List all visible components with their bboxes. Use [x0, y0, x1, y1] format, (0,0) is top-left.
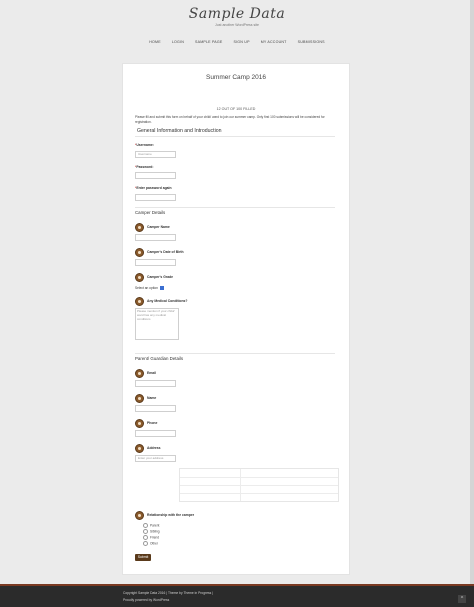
footer-powered-by: Proudly powered by WordPress	[123, 598, 170, 602]
medical-label: Any Medical Conditions?	[147, 299, 188, 303]
camper-grade-label: Camper's Grade	[147, 275, 174, 279]
grid-line	[240, 469, 241, 501]
relationship-label: Relationship with the camper	[147, 513, 195, 517]
submit-button[interactable]: Submit	[135, 554, 151, 561]
chevron-down-icon[interactable]	[159, 286, 164, 291]
phone-icon	[135, 419, 144, 428]
phone-input[interactable]	[135, 430, 176, 437]
email-input[interactable]	[135, 380, 176, 387]
site-tagline: Just another WordPress site	[215, 23, 259, 27]
site-footer	[0, 584, 474, 607]
radio-circle-icon[interactable]	[143, 523, 148, 528]
camper-name-input[interactable]	[135, 234, 176, 241]
nav-item-login[interactable]: LOGIN	[172, 40, 184, 44]
address-label: Address	[147, 446, 161, 450]
grade-select[interactable]: Select an option	[135, 286, 164, 291]
radio-sibling[interactable]: Sibling	[143, 529, 160, 534]
name-label: Name	[147, 396, 157, 400]
site-logo[interactable]: Sample Data	[0, 6, 474, 22]
grid-line	[180, 493, 338, 494]
address-input[interactable]: Enter your address	[135, 455, 176, 462]
camper-name-label: Camper Name	[147, 225, 170, 229]
name-icon	[135, 394, 144, 403]
section-heading-parent: Parent/ Guardian Details	[135, 356, 184, 361]
divider	[135, 136, 335, 137]
email-icon	[135, 369, 144, 378]
nav-item-home[interactable]: HOME	[149, 40, 161, 44]
relationship-icon	[135, 511, 144, 520]
address-grid	[179, 468, 339, 502]
nav-item-my-account[interactable]: MY ACCOUNT	[261, 40, 287, 44]
camper-dob-input[interactable]	[135, 259, 176, 266]
email-label: Email	[147, 371, 157, 375]
username-input[interactable]: Username	[135, 151, 176, 158]
divider	[135, 353, 335, 354]
camper-dob-icon	[135, 248, 144, 257]
grid-line	[180, 477, 338, 478]
camper-grade-icon	[135, 273, 144, 282]
address-icon	[135, 444, 144, 453]
radio-friend[interactable]: Friend	[143, 535, 159, 540]
medical-icon	[135, 297, 144, 306]
footer-accent-strip	[0, 584, 474, 586]
radio-other[interactable]: Other	[143, 541, 158, 546]
nav-item-submissions[interactable]: SUBMISSIONS	[298, 40, 325, 44]
password-again-input[interactable]	[135, 194, 176, 201]
page-scrollbar[interactable]	[470, 0, 474, 584]
form-intro: Please fill and submit this form on beha…	[135, 115, 325, 124]
footer-copyright: Copyright Sample Data 2016 | Theme by Th…	[123, 591, 214, 595]
username-label: *Username:	[135, 143, 154, 147]
camper-dob-label: Camper's Date of Birth	[147, 250, 184, 254]
section-heading-camper: Camper Details	[135, 210, 166, 215]
camper-name-icon	[135, 223, 144, 232]
phone-label: Phone	[147, 421, 158, 425]
password-again-label: *Enter password again	[135, 186, 172, 190]
section-heading-general: General Information and Introduction	[137, 128, 222, 134]
main-nav: HOME LOGIN SAMPLE PAGE SIGN UP MY ACCOUN…	[0, 40, 474, 44]
grid-line	[180, 485, 338, 486]
form-title: Summer Camp 2016	[206, 74, 266, 81]
form-panel: Summer Camp 2016 12 OUT OF 100 FILLED Pl…	[122, 63, 350, 575]
medical-textarea[interactable]: Please mention if your child/ ward has a…	[135, 308, 179, 340]
radio-circle-icon[interactable]	[143, 541, 148, 546]
radio-circle-icon[interactable]	[143, 529, 148, 534]
nav-item-sign-up[interactable]: SIGN UP	[234, 40, 250, 44]
password-label: *Password:	[135, 165, 154, 169]
scroll-to-top-icon[interactable]: ^	[458, 595, 466, 603]
nav-item-sample-page[interactable]: SAMPLE PAGE	[195, 40, 223, 44]
name-input[interactable]	[135, 405, 176, 412]
submission-progress: 12 OUT OF 100 FILLED	[216, 107, 256, 111]
divider	[135, 207, 335, 208]
radio-parent[interactable]: Parent	[143, 523, 159, 528]
password-input[interactable]	[135, 172, 176, 179]
site-header: Sample Data Just another WordPress site …	[0, 0, 474, 60]
radio-circle-icon[interactable]	[143, 535, 148, 540]
